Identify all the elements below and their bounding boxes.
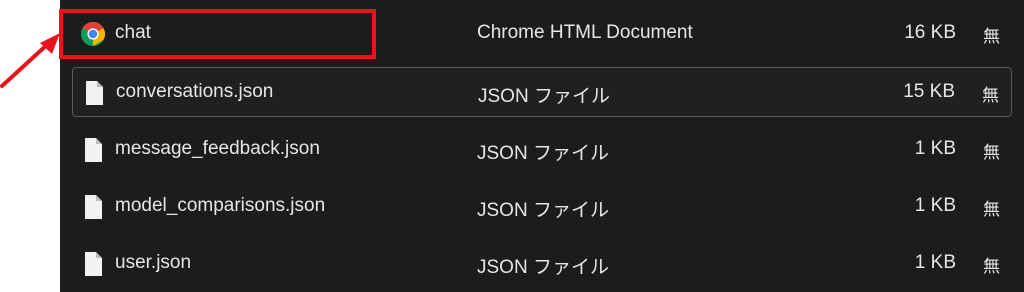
file-row-conversations[interactable]: conversations.json JSON ファイル 15 KB 無 xyxy=(72,67,1012,117)
file-list: chat Chrome HTML Document 16 KB 無 conver… xyxy=(60,0,1024,292)
file-type: JSON ファイル xyxy=(478,86,610,107)
file-size: 15 KB xyxy=(903,81,955,102)
file-icon xyxy=(80,137,106,163)
file-size: 1 KB xyxy=(914,138,956,159)
file-type: Chrome HTML Document xyxy=(477,22,693,43)
file-size: 1 KB xyxy=(914,195,956,216)
file-attribute: 無 xyxy=(982,86,999,106)
file-attribute: 無 xyxy=(983,27,1000,47)
annotation-arrow-icon xyxy=(0,33,60,88)
file-type: JSON ファイル xyxy=(477,257,609,278)
file-row-message-feedback[interactable]: message_feedback.json JSON ファイル 1 KB 無 xyxy=(72,125,1012,175)
file-name: conversations.json xyxy=(116,81,274,102)
file-name: chat xyxy=(115,22,151,43)
file-explorer-pane: chat Chrome HTML Document 16 KB 無 conver… xyxy=(60,0,1024,292)
file-row-chat[interactable]: chat Chrome HTML Document 16 KB 無 xyxy=(72,9,1012,59)
file-icon xyxy=(81,80,107,106)
file-name: model_comparisons.json xyxy=(115,195,326,216)
file-attribute: 無 xyxy=(983,143,1000,163)
file-attribute: 無 xyxy=(983,200,1000,220)
chrome-icon xyxy=(80,21,106,47)
file-name: user.json xyxy=(115,252,192,273)
file-row-user[interactable]: user.json JSON ファイル 1 KB 無 xyxy=(72,239,1012,289)
file-type: JSON ファイル xyxy=(477,143,609,164)
file-icon xyxy=(80,194,106,220)
file-name: message_feedback.json xyxy=(115,138,320,159)
file-size: 1 KB xyxy=(914,252,956,273)
file-attribute: 無 xyxy=(983,257,1000,277)
file-type: JSON ファイル xyxy=(477,200,609,221)
file-row-model-comparisons[interactable]: model_comparisons.json JSON ファイル 1 KB 無 xyxy=(72,182,1012,232)
file-icon xyxy=(80,251,106,277)
screenshot: chat Chrome HTML Document 16 KB 無 conver… xyxy=(0,0,1024,292)
file-size: 16 KB xyxy=(904,22,956,43)
